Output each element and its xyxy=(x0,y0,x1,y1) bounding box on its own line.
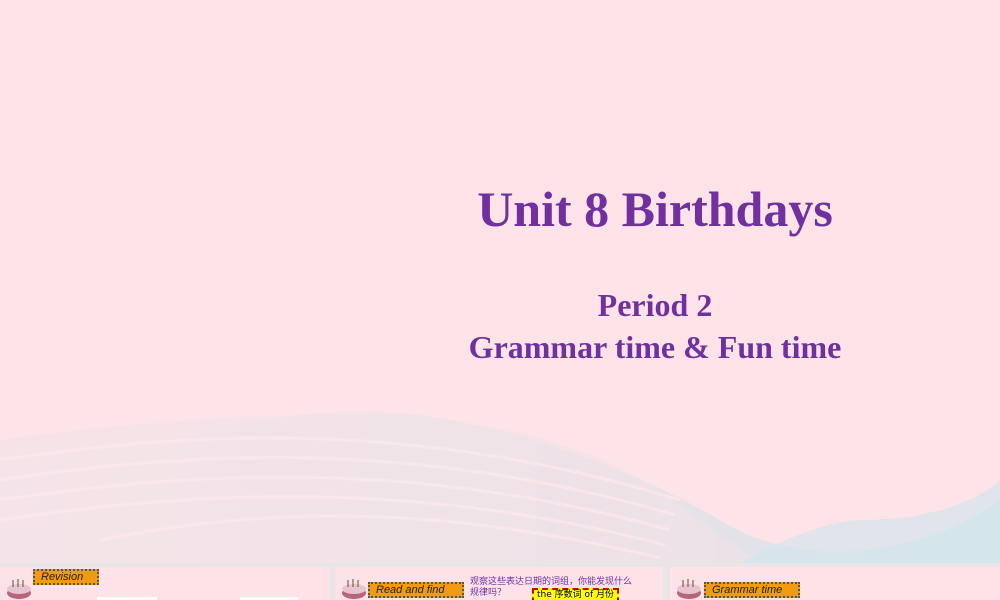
tag-grammar-time: Grammar time xyxy=(704,582,800,598)
cake-icon xyxy=(342,579,366,599)
slide-canvas: Unit 8 Birthdays Period 2 Grammar time &… xyxy=(0,0,1000,563)
note-line2: 规律吗？ xyxy=(470,588,507,598)
slide-title: Unit 8 Birthdays xyxy=(477,181,833,237)
slide-subtitle: Grammar time & Fun time xyxy=(468,329,842,365)
pattern-box: the 序数词 of 月份 xyxy=(532,588,620,600)
cake-icon xyxy=(677,579,701,599)
note-line1: 观察这些表达日期的词组，你能发现什么 xyxy=(470,577,633,587)
thumbnail-read-and-find[interactable]: Read and find 观察这些表达日期的词组，你能发现什么 规律吗？ th… xyxy=(335,567,663,600)
thumbnail-revision[interactable]: Revision xyxy=(0,567,330,600)
thumbnail-grammar-time[interactable]: Grammar time xyxy=(670,567,1000,600)
wave-decoration xyxy=(0,412,1000,563)
tag-revision: Revision xyxy=(33,569,99,585)
tag-read-and-find: Read and find xyxy=(368,582,464,598)
slide-period: Period 2 xyxy=(597,287,713,323)
cake-icon xyxy=(7,579,31,599)
